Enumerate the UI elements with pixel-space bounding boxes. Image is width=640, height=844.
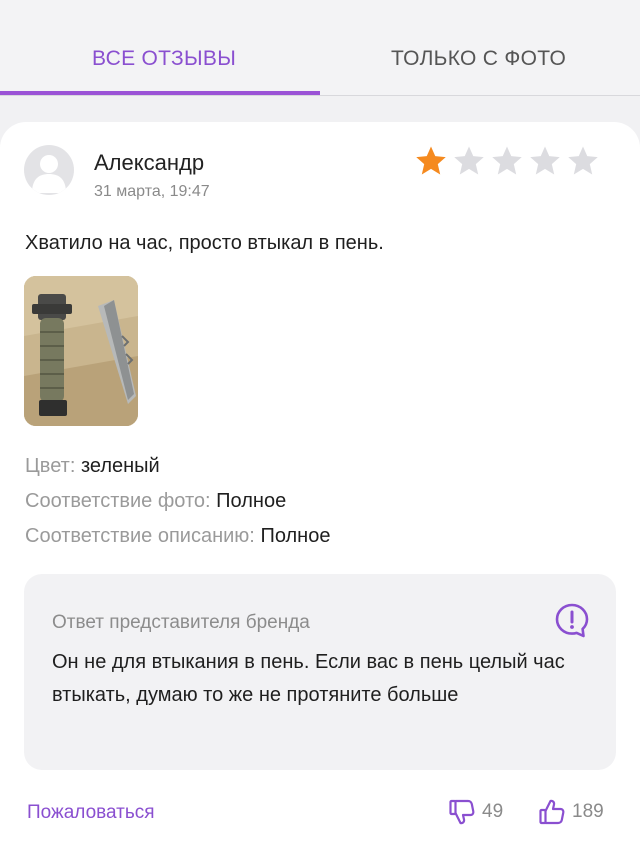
reply-title: Ответ представителя бренда [52, 612, 310, 633]
star-filled-icon [416, 146, 446, 175]
attribute-value: зеленый [80, 455, 160, 477]
attribute-label: Соответствие описанию: [25, 525, 255, 547]
attribute-photo-match: Соответствие фото: Полное [25, 490, 286, 513]
attribute-label: Соответствие фото: [25, 490, 211, 512]
review-date: 31 марта, 19:47 [94, 183, 210, 200]
knife-photo-icon [24, 276, 138, 426]
author-name: Александр [94, 150, 205, 175]
attribute-label: Цвет: [25, 455, 76, 477]
star-empty-icon [492, 146, 522, 175]
thumbs-up-icon [539, 799, 565, 825]
dislike-button[interactable]: 49 [448, 798, 503, 826]
like-count: 189 [572, 801, 604, 822]
like-button[interactable]: 189 [538, 798, 604, 826]
star-empty-icon [530, 146, 560, 175]
attribute-color: Цвет: зеленый [25, 455, 160, 478]
attribute-description-match: Соответствие описанию: Полное [25, 525, 330, 548]
star-empty-icon [568, 146, 598, 175]
review-text: Хватило на час, просто втыкал в пень. [25, 232, 384, 254]
reply-text: Он не для втыкания в пень. Если вас в пе… [52, 651, 565, 706]
tab-photo-only[interactable]: ТОЛЬКО С ФОТО [391, 47, 566, 71]
review-tabs: ВСЕ ОТЗЫВЫ ТОЛЬКО С ФОТО [0, 0, 640, 96]
brand-reply: Ответ представителя бренда Он не для вты… [24, 574, 616, 770]
star-empty-icon [454, 146, 484, 175]
exclamation-bubble-icon[interactable] [554, 602, 590, 638]
dislike-count: 49 [482, 801, 504, 822]
complain-link[interactable]: Пожаловаться [27, 802, 155, 824]
thumbs-down-icon [449, 799, 475, 825]
attribute-value: Полное [260, 525, 331, 547]
avatar [24, 145, 74, 195]
review-photo[interactable] [24, 276, 138, 426]
tab-all-reviews[interactable]: ВСЕ ОТЗЫВЫ [92, 47, 236, 71]
active-tab-indicator [0, 91, 320, 95]
rating-stars [414, 144, 600, 178]
attribute-value: Полное [216, 490, 287, 512]
user-icon [32, 155, 66, 193]
